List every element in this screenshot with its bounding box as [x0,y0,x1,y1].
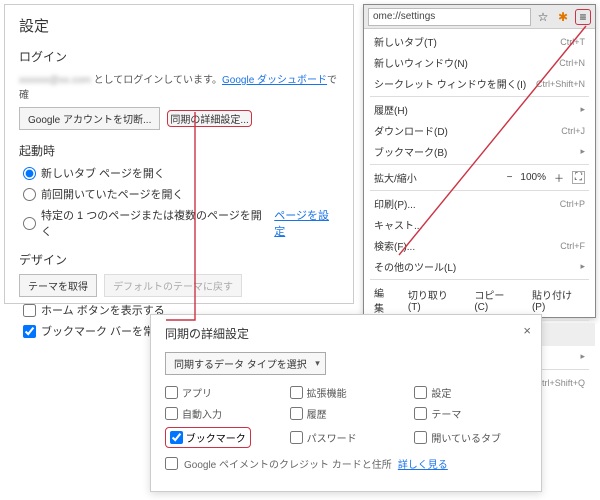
login-buttons-row: Google アカウントを切断... 同期の詳細設定... [19,107,339,130]
sync-opt-theme[interactable]: テーマ [414,406,527,421]
settings-title: 設定 [19,15,339,36]
bookmark-star-icon[interactable]: ☆ [535,9,551,25]
menu-separator [370,190,589,191]
startup-heading: 起動時 [19,142,339,159]
chrome-menu-panel: ome://settings ☆ ✱ ≡ 新しいタブ(T)Ctrl+T 新しいウ… [363,4,596,318]
advanced-sync-settings-button[interactable]: 同期の詳細設定... [167,110,251,127]
omnibox[interactable]: ome://settings [368,8,531,26]
menu-separator [370,279,589,280]
user-email-blurred: xxxxxx@xx.com [19,75,91,86]
sync-payments-option[interactable]: Google ペイメントのクレジット カードと住所 詳しく見る [165,456,527,471]
startup-option-continue[interactable]: 前回開いていたページを開く [23,186,339,202]
get-theme-button[interactable]: テーマを取得 [19,274,97,297]
radio-specific[interactable] [23,217,36,230]
submenu-arrow-icon: ▸ [580,351,585,362]
browser-toolbar: ome://settings ☆ ✱ ≡ [364,5,595,29]
menu-bookmarks[interactable]: ブックマーク(B)▸ [364,141,595,162]
menu-cut[interactable]: 切り取り(T) [408,287,460,313]
radio-continue[interactable] [23,188,36,201]
menu-new-tab[interactable]: 新しいタブ(T)Ctrl+T [364,31,595,52]
home-button-checkbox[interactable] [23,304,36,317]
menu-edit-row: 編集 切り取り(T) コピー(C) 貼り付け(P) [364,282,595,318]
fullscreen-icon[interactable]: ⛶ [572,171,585,184]
design-buttons-row: テーマを取得 デフォルトのテーマに戻す [19,274,339,297]
zoom-in-button[interactable]: ＋ [554,170,564,185]
menu-cast[interactable]: キャスト... [364,214,595,235]
sync-opt-autofill[interactable]: 自動入力 [165,406,278,421]
zoom-out-button[interactable]: − [507,172,513,183]
extension-icon[interactable]: ✱ [555,9,571,25]
sync-type-dropdown[interactable]: 同期するデータ タイプを選択 [165,352,326,375]
menu-incognito[interactable]: シークレット ウィンドウを開く(I)Ctrl+Shift+N [364,73,595,94]
close-icon[interactable]: × [523,323,531,338]
learn-more-link[interactable]: 詳しく見る [398,456,448,471]
design-heading: デザイン [19,251,339,268]
sync-opt-bookmarks[interactable]: ブックマーク [165,427,278,448]
menu-print[interactable]: 印刷(P)...Ctrl+P [364,193,595,214]
menu-history[interactable]: 履歴(H)▸ [364,99,595,120]
sync-opt-open-tabs[interactable]: 開いているタブ [414,427,527,448]
menu-paste[interactable]: 貼り付け(P) [532,287,585,313]
zoom-value: 100% [520,172,546,183]
menu-find[interactable]: 検索(F)...Ctrl+F [364,235,595,256]
sync-options-grid: アプリ 拡張機能 設定 自動入力 履歴 テーマ ブックマーク パスワード 開いて… [165,385,527,448]
submenu-arrow-icon: ▸ [580,261,585,272]
menu-downloads[interactable]: ダウンロード(D)Ctrl+J [364,120,595,141]
sync-opt-apps[interactable]: アプリ [165,385,278,400]
login-heading: ログイン [19,48,339,65]
reset-theme-button: デフォルトのテーマに戻す [104,274,242,297]
sync-opt-history[interactable]: 履歴 [290,406,403,421]
menu-new-window[interactable]: 新しいウィンドウ(N)Ctrl+N [364,52,595,73]
settings-page: 設定 ログイン xxxxxx@xx.com としてログインしています。Googl… [4,4,354,304]
google-dashboard-link[interactable]: Google ダッシュボード [222,75,327,86]
menu-zoom: 拡大/縮小 − 100% ＋ ⛶ [364,167,595,188]
menu-more-tools[interactable]: その他のツール(L)▸ [364,256,595,277]
sync-dialog-title: 同期の詳細設定 [165,325,527,342]
sync-opt-extensions[interactable]: 拡張機能 [290,385,403,400]
menu-copy[interactable]: コピー(C) [474,287,518,313]
disconnect-account-button[interactable]: Google アカウントを切断... [19,107,160,130]
startup-option-newtab[interactable]: 新しいタブ ページを開く [23,165,339,181]
radio-newtab[interactable] [23,167,36,180]
sync-opt-settings[interactable]: 設定 [414,385,527,400]
menu-separator [370,96,589,97]
advanced-sync-dialog: × 同期の詳細設定 同期するデータ タイプを選択 アプリ 拡張機能 設定 自動入… [150,314,542,492]
bookmarks-bar-checkbox[interactable] [23,325,36,338]
submenu-arrow-icon: ▸ [580,146,585,157]
set-pages-link[interactable]: ページを設定 [274,207,339,239]
login-status-text: xxxxxx@xx.com としてログインしています。Google ダッシュボー… [19,71,339,101]
submenu-arrow-icon: ▸ [580,104,585,115]
hamburger-menu-icon[interactable]: ≡ [575,9,591,25]
sync-opt-passwords[interactable]: パスワード [290,427,403,448]
startup-option-specific[interactable]: 特定の 1 つのページまたは複数のページを開く ページを設定 [23,207,339,239]
menu-separator [370,164,589,165]
